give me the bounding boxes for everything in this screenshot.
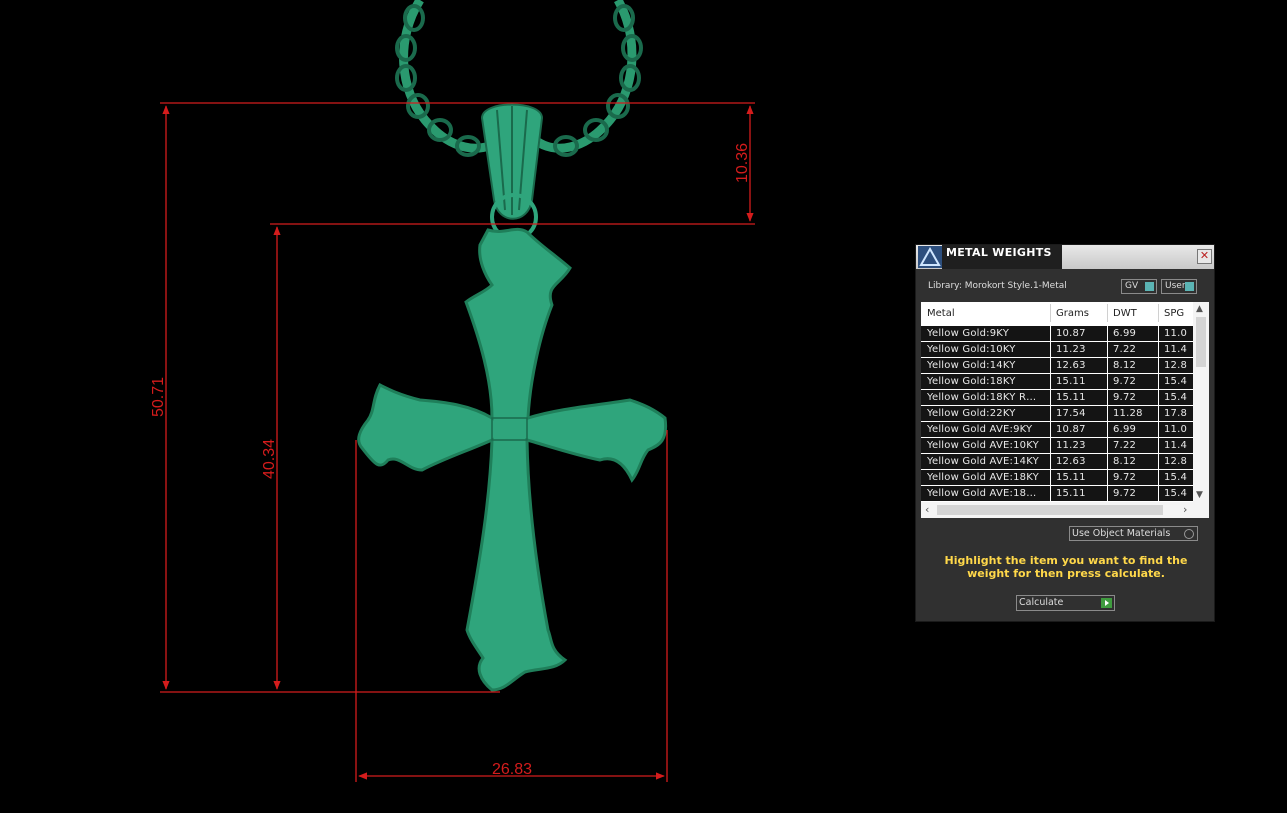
dim-total-height: 50.71 — [150, 377, 167, 417]
dim-bail-height: 10.36 — [734, 143, 751, 183]
user-toggle[interactable]: User — [1161, 279, 1197, 294]
dwt-cell: 6.99 — [1113, 328, 1137, 339]
radio-icon[interactable] — [1184, 529, 1194, 539]
grams-cell: 10.87 — [1056, 328, 1086, 339]
hint-text: Highlight the item you want to find the … — [944, 554, 1188, 580]
metal-cell: Yellow Gold:18KY R… — [927, 392, 1037, 403]
metal-weights-panel: METAL WEIGHTS ✕ Library: Morokort Style.… — [915, 244, 1215, 622]
scroll-left-icon[interactable]: ‹ — [925, 503, 929, 516]
dwt-cell: 8.12 — [1113, 456, 1137, 467]
panel-titlebar[interactable]: METAL WEIGHTS ✕ — [916, 245, 1214, 269]
panel-title: METAL WEIGHTS — [946, 246, 1052, 259]
spg-cell: 15.4 — [1164, 472, 1188, 483]
spg-cell: 15.4 — [1164, 376, 1188, 387]
grams-cell: 10.87 — [1056, 424, 1086, 435]
spg-cell: 17.8 — [1164, 408, 1188, 419]
dwt-cell: 9.72 — [1113, 472, 1137, 483]
table-row[interactable]: Yellow Gold:14KY 12.63 8.12 12.8 — [921, 358, 1193, 373]
toggle-knob-icon — [1145, 282, 1154, 291]
grams-cell: 11.23 — [1056, 344, 1086, 355]
table-row[interactable]: Yellow Gold:18KY 15.11 9.72 15.4 — [921, 374, 1193, 389]
metal-cell: Yellow Gold:22KY — [927, 408, 1016, 419]
metal-cell: Yellow Gold AVE:18… — [927, 488, 1037, 499]
calculate-button[interactable]: Calculate — [1016, 595, 1115, 611]
table-row[interactable]: Yellow Gold AVE:18… 15.11 9.72 15.4 — [921, 486, 1193, 501]
table-row[interactable]: Yellow Gold:10KY 11.23 7.22 11.4 — [921, 342, 1193, 357]
metal-cell: Yellow Gold AVE:10KY — [927, 440, 1039, 451]
table-rows: Yellow Gold:9KY 10.87 6.99 11.0 Yellow Gold:… — [921, 326, 1193, 502]
app-logo-icon — [918, 246, 942, 268]
gv-toggle-label: GV — [1125, 281, 1139, 291]
table-header: Metal Grams DWT SPG — [921, 302, 1193, 324]
spg-cell: 11.0 — [1164, 328, 1188, 339]
gv-toggle[interactable]: GV — [1121, 279, 1157, 294]
dwt-cell: 6.99 — [1113, 424, 1137, 435]
scrollbar-thumb[interactable] — [937, 505, 1163, 515]
grams-cell: 12.63 — [1056, 456, 1086, 467]
metal-cell: Yellow Gold:14KY — [927, 360, 1016, 371]
col-header-spg[interactable]: SPG — [1164, 308, 1184, 319]
library-label: Library: Morokort Style.1-Metal — [928, 281, 1067, 291]
grams-cell: 15.11 — [1056, 472, 1086, 483]
metal-cell: Yellow Gold:18KY — [927, 376, 1016, 387]
scroll-right-icon[interactable]: › — [1183, 503, 1187, 516]
cross-pendant — [357, 227, 668, 692]
metal-cell: Yellow Gold:9KY — [927, 328, 1009, 339]
spg-cell: 11.4 — [1164, 440, 1188, 451]
vertical-scrollbar[interactable]: ▲ ▼ — [1193, 302, 1209, 502]
dwt-cell: 11.28 — [1113, 408, 1143, 419]
close-icon[interactable]: ✕ — [1197, 249, 1212, 264]
scrollbar-thumb[interactable] — [1196, 317, 1206, 367]
spg-cell: 11.4 — [1164, 344, 1188, 355]
grams-cell: 15.11 — [1056, 376, 1086, 387]
table-row[interactable]: Yellow Gold AVE:14KY 12.63 8.12 12.8 — [921, 454, 1193, 469]
grams-cell: 11.23 — [1056, 440, 1086, 451]
scroll-down-icon[interactable]: ▼ — [1196, 490, 1203, 500]
dwt-cell: 7.22 — [1113, 344, 1137, 355]
use-object-materials-label: Use Object Materials — [1072, 528, 1171, 539]
metal-cell: Yellow Gold AVE:18KY — [927, 472, 1039, 483]
use-object-materials-option[interactable]: Use Object Materials — [1069, 526, 1198, 541]
dim-body-height: 40.34 — [261, 439, 278, 479]
bail — [480, 103, 544, 241]
dim-width: 26.83 — [492, 761, 532, 778]
calculate-label: Calculate — [1019, 597, 1064, 608]
table-row[interactable]: Yellow Gold:22KY 17.54 11.28 17.8 — [921, 406, 1193, 421]
table-row[interactable]: Yellow Gold AVE:10KY 11.23 7.22 11.4 — [921, 438, 1193, 453]
col-header-dwt[interactable]: DWT — [1113, 308, 1137, 319]
table-row[interactable]: Yellow Gold:18KY R… 15.11 9.72 15.4 — [921, 390, 1193, 405]
scroll-up-icon[interactable]: ▲ — [1196, 304, 1203, 314]
grams-cell: 12.63 — [1056, 360, 1086, 371]
spg-cell: 11.0 — [1164, 424, 1188, 435]
play-icon — [1101, 598, 1112, 608]
dwt-cell: 7.22 — [1113, 440, 1137, 451]
table-row[interactable]: Yellow Gold AVE:9KY 10.87 6.99 11.0 — [921, 422, 1193, 437]
dwt-cell: 9.72 — [1113, 392, 1137, 403]
table-row[interactable]: Yellow Gold AVE:18KY 15.11 9.72 15.4 — [921, 470, 1193, 485]
metal-cell: Yellow Gold:10KY — [927, 344, 1016, 355]
metal-cell: Yellow Gold AVE:9KY — [927, 424, 1033, 435]
spg-cell: 12.8 — [1164, 360, 1188, 371]
spg-cell: 12.8 — [1164, 456, 1188, 467]
dwt-cell: 9.72 — [1113, 376, 1137, 387]
grams-cell: 15.11 — [1056, 392, 1086, 403]
col-header-metal[interactable]: Metal — [927, 308, 955, 319]
col-header-grams[interactable]: Grams — [1056, 308, 1089, 319]
spg-cell: 15.4 — [1164, 392, 1188, 403]
dwt-cell: 8.12 — [1113, 360, 1137, 371]
metal-cell: Yellow Gold AVE:14KY — [927, 456, 1039, 467]
grams-cell: 15.11 — [1056, 488, 1086, 499]
horizontal-scrollbar[interactable]: ‹ › — [921, 502, 1209, 518]
spg-cell: 15.4 — [1164, 488, 1188, 499]
metal-table: Metal Grams DWT SPG Yellow Gold:9KY 10.87… — [921, 302, 1209, 518]
toggle-knob-icon — [1185, 282, 1194, 291]
user-toggle-label: User — [1165, 281, 1186, 291]
grams-cell: 17.54 — [1056, 408, 1086, 419]
dwt-cell: 9.72 — [1113, 488, 1137, 499]
table-row[interactable]: Yellow Gold:9KY 10.87 6.99 11.0 — [921, 326, 1193, 341]
